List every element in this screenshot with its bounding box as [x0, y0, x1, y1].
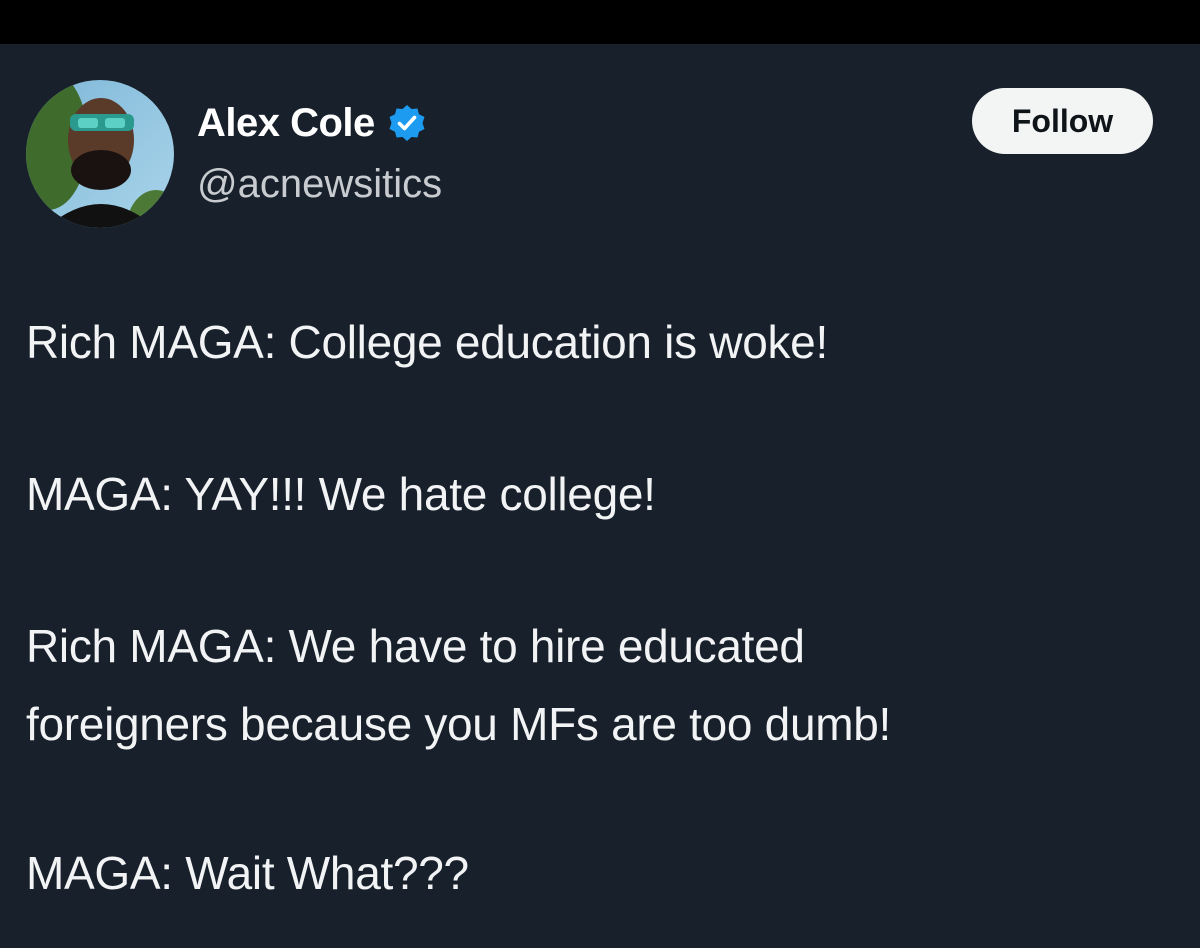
avatar[interactable]	[26, 80, 174, 228]
verified-badge-icon	[389, 105, 425, 141]
tweet-card: Alex Cole @acnewsitics Follow Rich MAGA:…	[0, 44, 1200, 948]
follow-button[interactable]: Follow	[972, 88, 1153, 154]
user-handle[interactable]: @acnewsitics	[197, 162, 442, 207]
avatar-image	[26, 80, 174, 228]
tweet-text-line-2: MAGA: YAY!!! We hate college!	[26, 468, 656, 520]
screenshot-page: Alex Cole @acnewsitics Follow Rich MAGA:…	[0, 0, 1200, 948]
tweet-text-line-4: foreigners because you MFs are too dumb!	[26, 698, 892, 750]
tweet-text-line-5: MAGA: Wait What???	[26, 847, 469, 899]
display-name[interactable]: Alex Cole	[197, 101, 375, 146]
display-name-row: Alex Cole	[197, 100, 427, 146]
tweet-text-line-3: Rich MAGA: We have to hire educated	[26, 620, 805, 672]
tweet-text-line-1: Rich MAGA: College education is woke!	[26, 316, 828, 368]
